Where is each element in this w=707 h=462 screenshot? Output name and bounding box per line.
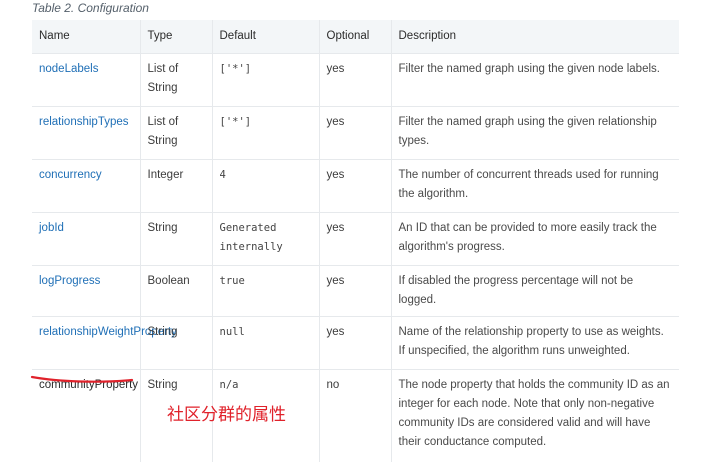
param-default: 4 [212, 160, 319, 213]
header-description: Description [391, 20, 679, 54]
table-header-row: Name Type Default Optional Description [32, 20, 679, 54]
param-type: String [140, 213, 212, 266]
header-name: Name [32, 20, 140, 54]
param-type: Boolean [140, 266, 212, 317]
configuration-table: Name Type Default Optional Description n… [32, 20, 679, 462]
param-optional: yes [319, 160, 391, 213]
param-description: An ID that can be provided to more easil… [391, 213, 679, 266]
param-name-link[interactable]: jobId [39, 222, 64, 234]
param-optional: yes [319, 266, 391, 317]
param-default: Generated internally [212, 213, 319, 266]
param-optional: no [319, 370, 391, 462]
param-optional: yes [319, 54, 391, 107]
param-type: List of String [140, 107, 212, 160]
param-optional: yes [319, 107, 391, 160]
table-row: relationshipWeightProperty String null y… [32, 317, 679, 370]
param-name-cell: relationshipWeightProperty [32, 317, 140, 370]
param-optional: yes [319, 213, 391, 266]
param-name-cell: nodeLabels [32, 54, 140, 107]
param-description: If disabled the progress percentage will… [391, 266, 679, 317]
param-name-cell: logProgress [32, 266, 140, 317]
table-row: relationshipTypes List of String ['*'] y… [32, 107, 679, 160]
header-type: Type [140, 20, 212, 54]
table-row: concurrency Integer 4 yes The number of … [32, 160, 679, 213]
table-row: jobId String Generated internally yes An… [32, 213, 679, 266]
param-default: ['*'] [212, 107, 319, 160]
param-description: The node property that holds the communi… [391, 370, 679, 462]
param-description: Filter the named graph using the given n… [391, 54, 679, 107]
header-optional: Optional [319, 20, 391, 54]
param-name-link[interactable]: logProgress [39, 275, 100, 287]
param-name-cell: relationshipTypes [32, 107, 140, 160]
param-description: The number of concurrent threads used fo… [391, 160, 679, 213]
param-type: List of String [140, 54, 212, 107]
handwritten-annotation: 社区分群的属性 [167, 400, 286, 425]
param-name-link[interactable]: concurrency [39, 169, 102, 181]
red-underline-annotation [30, 372, 134, 384]
table-caption: Table 2. Configuration [32, 1, 149, 15]
param-description: Filter the named graph using the given r… [391, 107, 679, 160]
param-default: ['*'] [212, 54, 319, 107]
param-type: Integer [140, 160, 212, 213]
param-optional: yes [319, 317, 391, 370]
table-row: logProgress Boolean true yes If disabled… [32, 266, 679, 317]
table-row: nodeLabels List of String ['*'] yes Filt… [32, 54, 679, 107]
param-name-cell: concurrency [32, 160, 140, 213]
param-description: Name of the relationship property to use… [391, 317, 679, 370]
param-type: String [140, 317, 212, 370]
header-default: Default [212, 20, 319, 54]
param-name-link[interactable]: relationshipTypes [39, 116, 129, 128]
param-name-link[interactable]: nodeLabels [39, 63, 98, 75]
param-default: true [212, 266, 319, 317]
param-name-cell: jobId [32, 213, 140, 266]
param-default: null [212, 317, 319, 370]
